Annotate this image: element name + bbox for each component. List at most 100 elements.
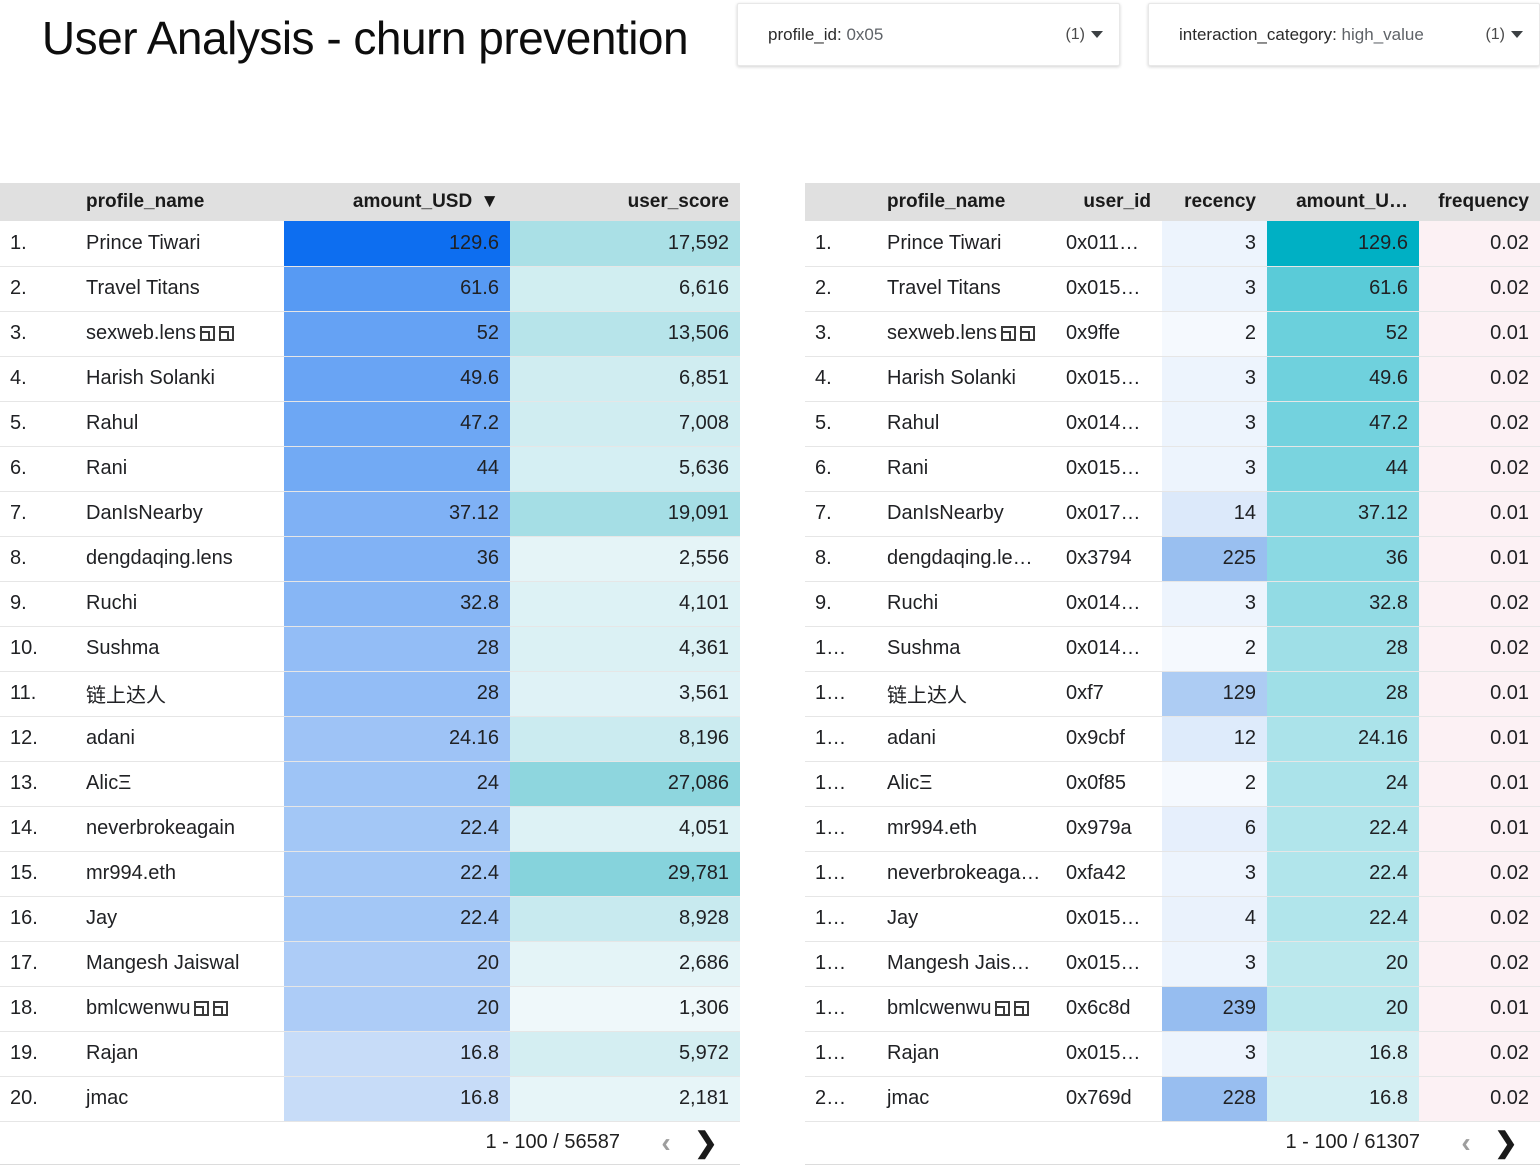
row-index: 7. — [805, 491, 863, 537]
profile-name-cell: Rani — [863, 446, 1056, 492]
table-row[interactable]: 20. jmac 16.8 2,181 — [0, 1076, 740, 1122]
profile-name-text: Mangesh Jais… — [887, 952, 1031, 974]
user-id-cell: 0x015… — [1056, 446, 1162, 492]
amount-usd-cell: 20 — [284, 941, 510, 987]
filter-chip-profile-id[interactable]: profile_id: 0x05 (1) — [737, 3, 1120, 66]
table-row[interactable]: 5. Rahul 0x014… 3 47.2 0.02 — [805, 401, 1540, 447]
missing-glyph-icon — [200, 326, 216, 341]
column-header-user-id[interactable]: user_id — [1056, 183, 1162, 221]
chevron-left-icon[interactable]: ‹ — [1446, 1128, 1486, 1157]
table-row[interactable]: 1. Prince Tiwari 129.6 17,592 — [0, 221, 740, 267]
table-row[interactable]: 1… adani 0x9cbf 12 24.16 0.01 — [805, 716, 1540, 762]
column-header-recency[interactable]: recency — [1162, 183, 1267, 221]
chevron-right-icon[interactable]: ❯ — [1486, 1128, 1526, 1157]
table-row[interactable]: 3. sexweb.lens 52 13,506 — [0, 311, 740, 357]
row-index: 1… — [805, 941, 863, 987]
column-header-frequency[interactable]: frequency — [1419, 183, 1540, 221]
frequency-cell: 0.01 — [1419, 536, 1540, 582]
user-id-cell: 0x3794 — [1056, 536, 1162, 582]
table-row[interactable]: 1… Rajan 0x015… 3 16.8 0.02 — [805, 1031, 1540, 1077]
table-row[interactable]: 12. adani 24.16 8,196 — [0, 716, 740, 762]
table-row[interactable]: 1. Prince Tiwari 0x011… 3 129.6 0.02 — [805, 221, 1540, 267]
row-index: 15. — [0, 851, 62, 897]
user-id-cell: 0xf7 — [1056, 671, 1162, 717]
table-row[interactable]: 1… AlicΞ 0x0f85 2 24 0.01 — [805, 761, 1540, 807]
table-row[interactable]: 1… Sushma 0x014… 2 28 0.02 — [805, 626, 1540, 672]
profile-name-text: Jay — [86, 907, 118, 929]
amount-usd-cell: 44 — [1267, 446, 1419, 492]
table-row[interactable]: 5. Rahul 47.2 7,008 — [0, 401, 740, 447]
column-header-profile-name[interactable]: profile_name — [863, 183, 1056, 221]
table-row[interactable]: 18. bmlcwenwu 20 1,306 — [0, 986, 740, 1032]
column-header-amount-usd[interactable]: amount_U… — [1267, 183, 1419, 221]
column-header-amount-usd[interactable]: amount_USD ▼ — [284, 183, 510, 221]
table-row[interactable]: 1… 链上达人 0xf7 129 28 0.01 — [805, 671, 1540, 717]
row-index: 12. — [0, 716, 62, 762]
table-row[interactable]: 13. AlicΞ 24 27,086 — [0, 761, 740, 807]
profile-name-text: Rahul — [887, 412, 940, 434]
table-row[interactable]: 1… mr994.eth 0x979a 6 22.4 0.01 — [805, 806, 1540, 852]
chevron-down-icon[interactable] — [1511, 31, 1539, 38]
row-index: 19. — [0, 1031, 62, 1077]
table-row[interactable]: 2. Travel Titans 0x015… 3 61.6 0.02 — [805, 266, 1540, 312]
column-header-user-score[interactable]: user_score — [510, 183, 740, 221]
table-row[interactable]: 4. Harish Solanki 49.6 6,851 — [0, 356, 740, 402]
table-row[interactable]: 4. Harish Solanki 0x015… 3 49.6 0.02 — [805, 356, 1540, 402]
table-row[interactable]: 3. sexweb.lens 0x9ffe 2 52 0.01 — [805, 311, 1540, 357]
recency-cell: 129 — [1162, 671, 1267, 717]
table-row[interactable]: 1… Mangesh Jais… 0x015… 3 20 0.02 — [805, 941, 1540, 987]
profile-name-cell: Prince Tiwari — [62, 221, 284, 267]
column-header-profile-name[interactable]: profile_name — [62, 183, 284, 221]
row-index: 14. — [0, 806, 62, 852]
frequency-cell: 0.02 — [1419, 851, 1540, 897]
table-row[interactable]: 8. dengdaqing.lens 36 2,556 — [0, 536, 740, 582]
table-row[interactable]: 10. Sushma 28 4,361 — [0, 626, 740, 672]
table-row[interactable]: 1… neverbrokeaga… 0xfa42 3 22.4 0.02 — [805, 851, 1540, 897]
table-row[interactable]: 9. Ruchi 0x014… 3 32.8 0.02 — [805, 581, 1540, 627]
table-row[interactable]: 2… jmac 0x769d 228 16.8 0.02 — [805, 1076, 1540, 1122]
frequency-cell: 0.02 — [1419, 266, 1540, 312]
table-row[interactable]: 6. Rani 44 5,636 — [0, 446, 740, 492]
table-row[interactable]: 14. neverbrokeagain 22.4 4,051 — [0, 806, 740, 852]
filter-count: (1) — [1065, 25, 1085, 43]
profile-name-cell: Sushma — [863, 626, 1056, 672]
table-row[interactable]: 16. Jay 22.4 8,928 — [0, 896, 740, 942]
profile-name-cell: Mangesh Jais… — [863, 941, 1056, 987]
profile-name-cell: adani — [62, 716, 284, 762]
user-id-cell: 0x015… — [1056, 941, 1162, 987]
chevron-left-icon[interactable]: ‹ — [646, 1128, 686, 1157]
recency-cell: 3 — [1162, 266, 1267, 312]
table-row[interactable]: 1… bmlcwenwu 0x6c8d 239 20 0.01 — [805, 986, 1540, 1032]
row-index: 3. — [805, 311, 863, 357]
table-row[interactable]: 6. Rani 0x015… 3 44 0.02 — [805, 446, 1540, 492]
table-row[interactable]: 8. dengdaqing.le… 0x3794 225 36 0.01 — [805, 536, 1540, 582]
row-index: 1… — [805, 626, 863, 672]
user-id-cell: 0x9cbf — [1056, 716, 1162, 762]
amount-usd-cell: 24.16 — [284, 716, 510, 762]
recency-cell: 3 — [1162, 356, 1267, 402]
table-row[interactable]: 2. Travel Titans 61.6 6,616 — [0, 266, 740, 312]
table-row[interactable]: 7. DanIsNearby 0x017… 14 37.12 0.01 — [805, 491, 1540, 537]
row-index: 18. — [0, 986, 62, 1032]
sort-descending-icon[interactable]: ▼ — [480, 191, 499, 212]
amount-usd-cell: 16.8 — [1267, 1031, 1419, 1077]
chevron-down-icon[interactable] — [1091, 31, 1119, 38]
filter-chip-interaction-category[interactable]: interaction_category: high_value (1) — [1148, 3, 1540, 66]
profile-name-text: jmac — [887, 1087, 930, 1109]
table-row[interactable]: 1… Jay 0x015… 4 22.4 0.02 — [805, 896, 1540, 942]
frequency-cell: 0.02 — [1419, 356, 1540, 402]
table-row[interactable]: 7. DanIsNearby 37.12 19,091 — [0, 491, 740, 537]
frequency-cell: 0.01 — [1419, 671, 1540, 717]
chevron-right-icon[interactable]: ❯ — [686, 1128, 726, 1157]
user-score-cell: 8,196 — [510, 716, 740, 762]
table-row[interactable]: 15. mr994.eth 22.4 29,781 — [0, 851, 740, 897]
table-row[interactable]: 19. Rajan 16.8 5,972 — [0, 1031, 740, 1077]
user-id-cell: 0x979a — [1056, 806, 1162, 852]
user-score-cell: 6,616 — [510, 266, 740, 312]
profile-name-cell: sexweb.lens — [62, 311, 284, 357]
table-row[interactable]: 9. Ruchi 32.8 4,101 — [0, 581, 740, 627]
table-row[interactable]: 11. 链上达人 28 3,561 — [0, 671, 740, 717]
missing-glyph-icon — [194, 1001, 210, 1016]
table-row[interactable]: 17. Mangesh Jaiswal 20 2,686 — [0, 941, 740, 987]
profile-name-cell: 链上达人 — [863, 671, 1056, 717]
